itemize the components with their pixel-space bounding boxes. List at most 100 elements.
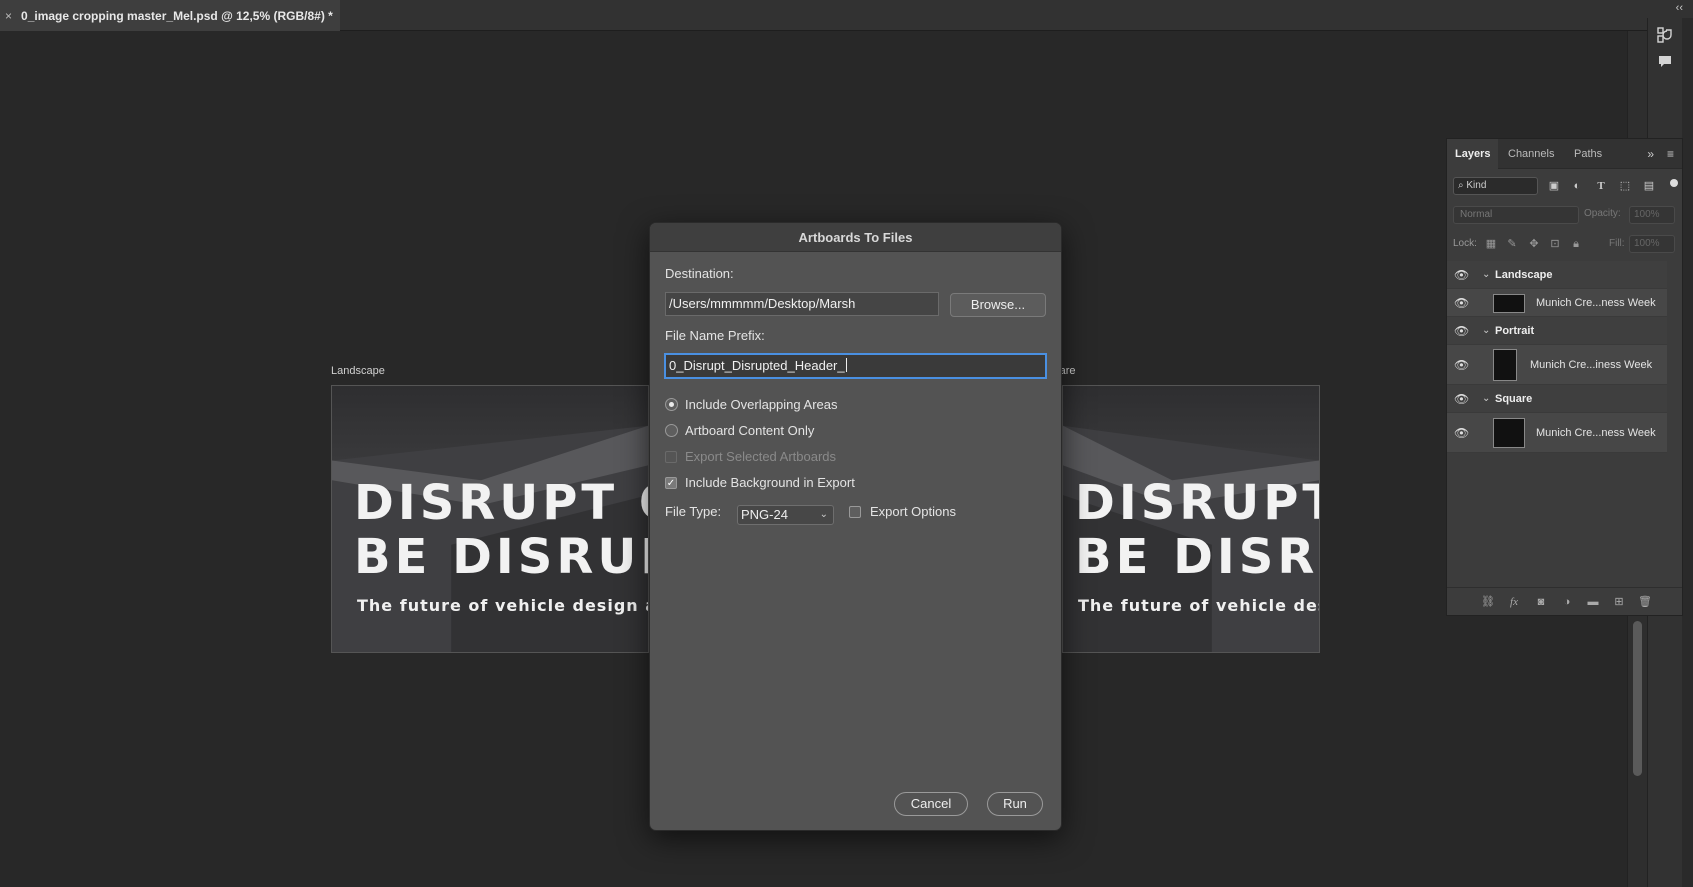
include-overlapping-label[interactable]: Include Overlapping Areas bbox=[685, 397, 837, 412]
chevron-down-icon[interactable]: ⌄ bbox=[1482, 269, 1490, 280]
file-type-value: PNG-24 bbox=[741, 507, 788, 522]
link-layers-icon[interactable]: ⛓︎ bbox=[1480, 594, 1496, 610]
radio-artboard-content-only[interactable] bbox=[665, 424, 678, 437]
artboard-landscape[interactable]: DISRUPT OR BE DISRUPTED The future of ve… bbox=[331, 385, 649, 653]
layer-thumbnail bbox=[1493, 349, 1517, 381]
layer-name: Munich Cre...ness Week bbox=[1536, 427, 1656, 439]
dialog-title[interactable]: Artboards To Files bbox=[650, 223, 1061, 252]
opacity-field[interactable]: 100% bbox=[1629, 206, 1675, 224]
blend-mode-select[interactable]: Normal bbox=[1453, 206, 1579, 224]
layer-group-square[interactable]: 👁︎ ⌄ Square bbox=[1447, 385, 1667, 413]
layer-group-landscape[interactable]: 👁︎ ⌄ Landscape bbox=[1447, 261, 1667, 289]
destination-label: Destination: bbox=[665, 266, 734, 281]
panel-strip-edge bbox=[1682, 18, 1693, 887]
chevron-down-icon[interactable]: ⌄ bbox=[1482, 393, 1490, 404]
text-caret bbox=[845, 358, 847, 372]
layer-name: Munich Cre...iness Week bbox=[1530, 359, 1653, 371]
artboard-subline: The future of vehicle design bbox=[1078, 596, 1319, 615]
document-tab-bar: × 0_image cropping master_Mel.psd @ 12,5… bbox=[0, 0, 1693, 31]
filter-toggle-switch[interactable] bbox=[1670, 179, 1678, 187]
visibility-eye-icon[interactable]: 👁︎ bbox=[1454, 426, 1469, 440]
artboard-headline-line-2: BE DISRU bbox=[1075, 529, 1319, 585]
history-panel-icon[interactable] bbox=[1655, 26, 1675, 46]
layer-name: Munich Cre...ness Week bbox=[1536, 297, 1656, 309]
layer-group-name: Square bbox=[1495, 393, 1533, 405]
filter-kind-label: Kind bbox=[1466, 180, 1487, 191]
lock-position-icon[interactable]: ✥ bbox=[1526, 236, 1542, 252]
shape-filter-icon[interactable]: ⬚ bbox=[1617, 178, 1633, 194]
trash-icon[interactable]: 🗑︎ bbox=[1637, 594, 1653, 610]
file-name-prefix-label: File Name Prefix: bbox=[665, 328, 765, 343]
visibility-eye-icon[interactable]: 👁︎ bbox=[1454, 296, 1469, 310]
document-tab[interactable]: × 0_image cropping master_Mel.psd @ 12,5… bbox=[0, 0, 340, 31]
visibility-eye-icon[interactable]: 👁︎ bbox=[1454, 392, 1469, 406]
checkbox-export-options[interactable] bbox=[849, 506, 861, 518]
visibility-eye-icon[interactable]: 👁︎ bbox=[1454, 268, 1469, 282]
close-tab-icon[interactable]: × bbox=[5, 9, 12, 23]
new-group-icon[interactable]: ▬ bbox=[1585, 594, 1601, 610]
artboards-to-files-dialog: Artboards To Files Destination: /Users/m… bbox=[649, 222, 1062, 831]
export-options-label[interactable]: Export Options bbox=[870, 504, 956, 519]
lock-transparency-icon[interactable]: ▦ bbox=[1483, 236, 1499, 252]
artboard-headline-line-1: DISRUPT OR bbox=[354, 475, 648, 531]
add-mask-icon[interactable]: ◙ bbox=[1533, 594, 1549, 610]
panel-menu-icon[interactable]: ≡ bbox=[1667, 147, 1674, 161]
tab-layers[interactable]: Layers bbox=[1447, 139, 1499, 169]
file-type-select[interactable]: PNG-24 ⌄ bbox=[737, 505, 834, 525]
artboard-label-landscape[interactable]: Landscape bbox=[331, 365, 385, 377]
browse-button[interactable]: Browse... bbox=[950, 293, 1046, 317]
collapse-panels-icon[interactable]: ‹‹ bbox=[1676, 2, 1683, 14]
layer-row[interactable]: 👁︎ Munich Cre...ness Week bbox=[1447, 289, 1667, 317]
new-layer-icon[interactable]: ⊞ bbox=[1611, 594, 1627, 610]
visibility-eye-icon[interactable]: 👁︎ bbox=[1454, 358, 1469, 372]
layer-thumbnail bbox=[1493, 294, 1525, 313]
chevron-down-icon: ⌄ bbox=[819, 509, 828, 520]
pixel-filter-icon[interactable]: ▣ bbox=[1546, 178, 1562, 194]
layer-row[interactable]: 👁︎ Munich Cre...iness Week bbox=[1447, 345, 1667, 385]
chevron-down-icon[interactable]: ⌄ bbox=[1482, 325, 1490, 336]
adjustment-filter-icon[interactable]: ◐ bbox=[1569, 178, 1585, 194]
tab-paths[interactable]: Paths bbox=[1566, 139, 1610, 169]
scrollbar-thumb[interactable] bbox=[1633, 621, 1642, 776]
layer-group-name: Portrait bbox=[1495, 325, 1535, 337]
checkbox-export-selected-artboards bbox=[665, 451, 677, 463]
file-name-prefix-field[interactable]: 0_Disrupt_Disrupted_Header_ bbox=[665, 354, 1046, 378]
checkbox-include-background[interactable]: ✓ bbox=[665, 477, 677, 489]
include-background-label[interactable]: Include Background in Export bbox=[685, 475, 855, 490]
file-type-label: File Type: bbox=[665, 504, 722, 519]
type-filter-icon[interactable]: T bbox=[1593, 178, 1609, 194]
adjustment-layer-icon[interactable]: ◑ bbox=[1559, 594, 1575, 610]
tab-channels[interactable]: Channels bbox=[1500, 139, 1562, 169]
fill-field[interactable]: 100% bbox=[1629, 235, 1675, 253]
artboard-subline: The future of vehicle design and product… bbox=[357, 596, 648, 615]
run-button[interactable]: Run bbox=[987, 792, 1043, 816]
destination-field[interactable]: /Users/mmmmm/Desktop/Marsh bbox=[665, 292, 939, 316]
filter-kind-select[interactable]: ⌕ Kind bbox=[1453, 177, 1538, 195]
visibility-eye-icon[interactable]: 👁︎ bbox=[1454, 324, 1469, 338]
fx-icon[interactable]: fx bbox=[1506, 594, 1522, 610]
layer-group-portrait[interactable]: 👁︎ ⌄ Portrait bbox=[1447, 317, 1667, 345]
artboard-content-only-label[interactable]: Artboard Content Only bbox=[685, 423, 814, 438]
layers-panel-footer: ⛓︎ fx ◙ ◑ ▬ ⊞ 🗑︎ bbox=[1447, 587, 1682, 615]
comments-panel-icon[interactable] bbox=[1655, 54, 1675, 74]
opacity-label: Opacity: bbox=[1584, 208, 1621, 219]
lock-pixels-icon[interactable]: ✎ bbox=[1504, 236, 1520, 252]
panel-tab-bar: Layers Channels Paths » ≡ bbox=[1447, 139, 1682, 169]
layer-thumbnail bbox=[1493, 418, 1525, 448]
lock-all-icon[interactable]: 🔒︎ bbox=[1568, 236, 1584, 252]
expand-panels-icon[interactable]: » bbox=[1647, 147, 1654, 161]
layer-group-name: Landscape bbox=[1495, 269, 1553, 281]
blend-row: Normal Opacity: 100% bbox=[1447, 203, 1682, 229]
fill-label: Fill: bbox=[1609, 238, 1625, 249]
cancel-button[interactable]: Cancel bbox=[894, 792, 968, 816]
layer-filter-row: ⌕ Kind ▣ ◐ T ⬚ ▤ bbox=[1447, 174, 1682, 200]
radio-include-overlapping[interactable] bbox=[665, 398, 678, 411]
file-name-prefix-value: 0_Disrupt_Disrupted_Header_ bbox=[669, 358, 845, 373]
layers-panel: Layers Channels Paths » ≡ ⌕ Kind ▣ ◐ T ⬚… bbox=[1446, 138, 1683, 616]
search-icon: ⌕ bbox=[1458, 180, 1464, 191]
artboard-square[interactable]: DISRUPT BE DISRU The future of vehicle d… bbox=[1062, 385, 1320, 653]
lock-artboard-icon[interactable]: ⊡ bbox=[1547, 236, 1563, 252]
layer-row[interactable]: 👁︎ Munich Cre...ness Week bbox=[1447, 413, 1667, 453]
smart-object-filter-icon[interactable]: ▤ bbox=[1641, 178, 1657, 194]
lock-row: Lock: ▦ ✎ ✥ ⊡ 🔒︎ Fill: 100% bbox=[1447, 231, 1682, 257]
